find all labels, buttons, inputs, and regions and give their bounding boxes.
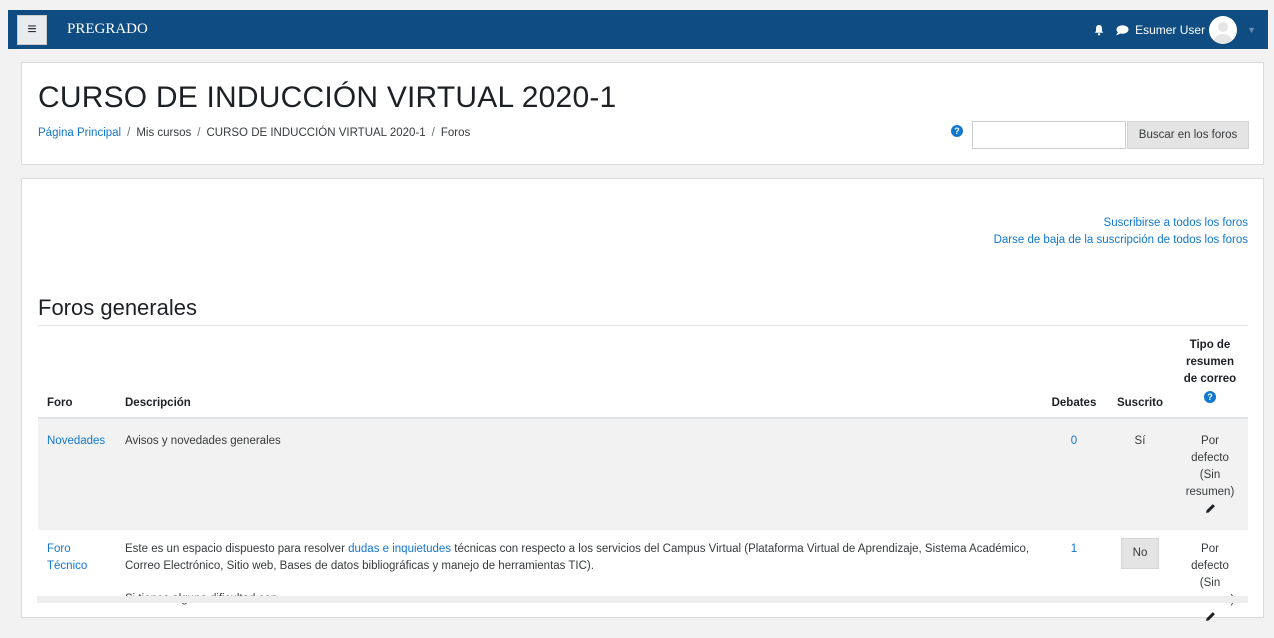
debates-cell: 0 [1040,418,1108,530]
svg-text:?: ? [1207,392,1213,402]
col-digest-line1: Tipo de [1189,339,1231,351]
page-header: CURSO DE INDUCCIÓN VIRTUAL 2020-1 Página… [21,62,1264,165]
navbar-user-area: Esumer User ▼ [1093,15,1268,44]
digest-cell: Por defecto (Sin resumen) [1172,530,1248,638]
next-row-edge [37,596,1248,603]
subscribe-toggle-button[interactable]: No [1120,538,1160,569]
chat-icon[interactable] [1115,24,1129,36]
col-digest-line3: de correo [1183,373,1237,385]
subscribed-cell: No [1108,530,1172,638]
unsubscribe-all-link[interactable]: Darse de baja de la suscripción de todos… [994,234,1248,246]
digest-line3: resumen) [1185,486,1235,498]
pencil-icon[interactable] [1205,611,1216,622]
breadcrumb-separator: / [431,127,435,139]
digest-line1: Por defecto [1191,543,1229,572]
breadcrumb-my-courses: Mis cursos [136,127,192,139]
caret-down-icon[interactable]: ▼ [1247,25,1256,35]
user-avatar-icon [1214,21,1233,44]
forum-search-input[interactable] [972,121,1126,149]
subscribed-status: Sí [1134,435,1146,447]
bell-icon[interactable] [1093,24,1105,36]
debates-count-link[interactable]: 1 [1071,543,1077,555]
question-circle-icon[interactable]: ? [1204,391,1216,403]
forum-description: Avisos y novedades generales [125,435,281,447]
col-digest-line2: resumen [1186,356,1234,368]
col-subscribed: Suscrito [1116,397,1163,409]
debates-cell: 1 [1040,530,1108,638]
breadcrumb-home[interactable]: Página Principal [38,127,121,139]
top-navbar: ≡ PREGRADO Esumer User ▼ [8,10,1268,49]
table-row: Novedades Avisos y novedades generales 0… [38,418,1248,530]
forum-link-novedades[interactable]: Novedades [47,435,105,447]
breadcrumb-separator: / [127,127,131,139]
question-circle-icon[interactable]: ? [951,125,963,137]
forum-name-cell: Novedades [38,418,116,530]
forum-search-button[interactable]: Buscar en los foros [1127,121,1249,149]
breadcrumb-separator: / [197,127,201,139]
table-row: Foro Técnico Este es un espacio dispuesto… [38,530,1248,638]
col-forum: Foro [47,397,73,409]
hamburger-icon[interactable]: ≡ [17,14,47,45]
user-name[interactable]: Esumer User [1135,23,1205,37]
forum-name-cell: Foro Técnico [38,530,116,638]
subscription-links: Suscribirse a todos los foros Darse de b… [994,215,1248,249]
forum-description: Este es un espacio dispuesto para resolv… [116,530,1040,638]
digest-line1: Por defecto [1191,435,1229,464]
description-link[interactable]: dudas e inquietudes [348,543,451,555]
col-description: Descripción [125,397,191,409]
site-brand[interactable]: PREGRADO [67,21,148,38]
forum-link-foro-tecnico[interactable]: Foro Técnico [47,543,87,572]
description-text: Este es un espacio dispuesto para resolv… [125,543,349,555]
breadcrumb-current: Foros [440,127,471,139]
forums-table: Foro Descripción Debates Suscrito Tipo d… [38,327,1248,638]
avatar[interactable] [1209,15,1238,44]
col-debates: Debates [1051,397,1097,409]
svg-text:?: ? [954,126,960,136]
table-header-row: Foro Descripción Debates Suscrito Tipo d… [38,327,1248,418]
section-divider [38,325,1248,326]
breadcrumb: Página Principal / Mis cursos / CURSO DE IND… [38,127,470,139]
breadcrumb-course[interactable]: CURSO DE INDUCCIÓN VIRTUAL 2020-1 [206,127,425,139]
forum-name-line2: Técnico [47,560,88,572]
page-title: CURSO DE INDUCCIÓN VIRTUAL 2020-1 [38,81,617,114]
pencil-icon[interactable] [1205,503,1216,514]
debates-count-link[interactable]: 0 [1071,435,1077,447]
subscribe-all-link[interactable]: Suscribirse a todos los foros [1104,217,1248,229]
digest-cell: Por defecto (Sin resumen) [1172,418,1248,530]
col-digest-type: Tipo de resumen de correo ? [1172,327,1248,418]
forum-name-line1: Foro [47,543,71,555]
digest-line2: (Sin [1199,469,1221,481]
digest-line2: (Sin [1199,577,1221,589]
main-content: Suscribirse a todos los foros Darse de b… [21,178,1264,621]
section-title: Foros generales [38,295,197,320]
